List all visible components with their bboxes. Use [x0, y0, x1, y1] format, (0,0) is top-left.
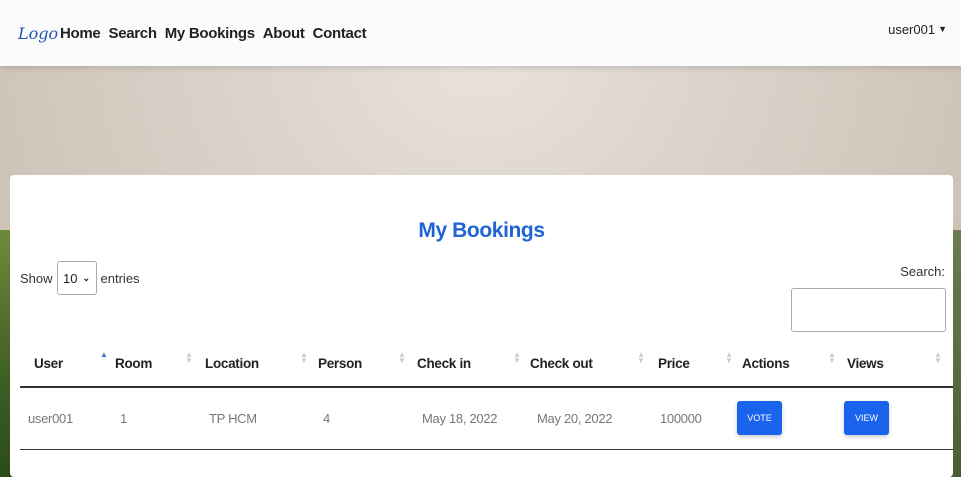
cell-check-in: May 18, 2022	[422, 410, 498, 426]
nav-my-bookings[interactable]: My Bookings	[165, 25, 255, 42]
header-label: Check out	[530, 355, 593, 371]
nav-contact[interactable]: Contact	[313, 25, 367, 42]
table-row: user001 1 TP HCM 4 May 18, 2022 May 20, …	[20, 387, 953, 450]
sort-icon[interactable]: ▲ ▼	[185, 351, 193, 365]
column-header-location[interactable]: Location	[205, 340, 259, 386]
entries-label: entries	[100, 270, 140, 286]
table-header: User ▲▼ Room ▲▼ Location ▲▼ Person ▲▼ Ch…	[20, 340, 953, 388]
search-input[interactable]	[791, 288, 946, 332]
user-name: user001	[888, 22, 936, 37]
cell-user: user001	[28, 410, 73, 426]
nav-search[interactable]: Search	[108, 25, 157, 42]
header-label: Room	[115, 355, 153, 371]
cell-price: 100000	[660, 410, 702, 426]
logo[interactable]: Logo	[18, 24, 58, 43]
vote-button[interactable]: VOTE	[737, 401, 782, 435]
header-label: Location	[205, 355, 259, 371]
view-button[interactable]: VIEW	[844, 401, 889, 435]
nav-links: Home Search My Bookings About Contact	[60, 25, 374, 42]
cell-person: 4	[323, 410, 330, 426]
sort-icon[interactable]: ▲ ▼	[828, 351, 836, 365]
header-label: Person	[318, 355, 362, 371]
sort-icon[interactable]: ▲ ▼	[725, 351, 733, 365]
header-label: Views	[847, 355, 884, 371]
column-header-user[interactable]: User	[34, 340, 63, 386]
sort-icon[interactable]: ▲ ▼	[513, 351, 521, 365]
chevron-down-icon: ⌄	[82, 272, 91, 283]
column-header-person[interactable]: Person	[318, 340, 362, 386]
nav-home[interactable]: Home	[60, 25, 101, 42]
entries-select-value: 10	[63, 270, 78, 286]
sort-icon[interactable]: ▲ ▼	[398, 351, 406, 365]
caret-down-icon: ▼	[938, 24, 947, 34]
header-label: Check in	[417, 355, 471, 371]
cell-room: 1	[120, 410, 127, 426]
sort-asc-icon[interactable]: ▲▼	[100, 351, 108, 364]
column-header-views[interactable]: Views	[847, 340, 884, 386]
column-header-room[interactable]: Room	[115, 340, 152, 386]
header-label: Price	[658, 355, 690, 371]
nav-about[interactable]: About	[263, 25, 305, 42]
entries-length-control: Show 10 ⌄ entries	[20, 261, 140, 295]
column-header-actions[interactable]: Actions	[742, 340, 790, 386]
header-label: Actions	[742, 355, 790, 371]
top-navbar: Logo Home Search My Bookings About Conta…	[0, 0, 961, 66]
user-menu[interactable]: user001 ▼	[888, 22, 947, 37]
sort-icon[interactable]: ▲ ▼	[934, 351, 942, 365]
cell-check-out: May 20, 2022	[537, 410, 613, 426]
bookings-card: My Bookings Show 10 ⌄ entries Search: Us…	[10, 175, 953, 477]
column-header-price[interactable]: Price	[658, 340, 690, 386]
column-header-check-out[interactable]: Check out	[530, 340, 593, 386]
column-header-check-in[interactable]: Check in	[417, 340, 471, 386]
sort-icon[interactable]: ▲ ▼	[637, 351, 645, 365]
header-label: User	[34, 355, 63, 371]
entries-select[interactable]: 10 ⌄	[56, 261, 97, 295]
show-label: Show	[20, 270, 53, 286]
sort-icon[interactable]: ▲ ▼	[300, 351, 308, 365]
cell-location: TP HCM	[209, 410, 257, 426]
search-label: Search:	[900, 264, 945, 279]
page-title: My Bookings	[418, 219, 545, 242]
